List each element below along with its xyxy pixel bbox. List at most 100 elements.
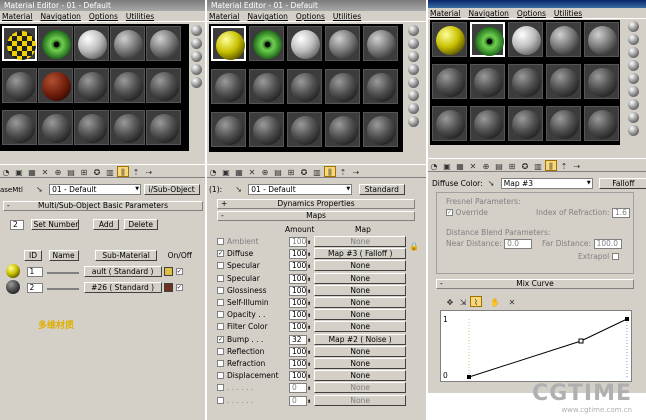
map-slot-button[interactable]: Map #3 ( Falloff ) [314, 248, 407, 260]
row-submaterial-button[interactable]: #26 ( Standard ) [83, 281, 162, 293]
maps-rollout[interactable]: - Maps [217, 211, 415, 221]
curve-point[interactable] [467, 375, 471, 379]
map-slot-button[interactable]: None [314, 309, 407, 321]
sample-slot[interactable] [2, 68, 37, 103]
spinner-icon[interactable]: ⬍ [307, 301, 311, 307]
mix-curve-graph[interactable]: 1 0 [440, 310, 632, 382]
sample-slot[interactable] [211, 69, 246, 104]
effects-icon[interactable]: ✪ [91, 167, 103, 178]
sample-slot[interactable] [110, 68, 145, 103]
map-enable-checkbox[interactable] [217, 238, 224, 245]
show-map-icon[interactable]: ▥ [104, 167, 116, 178]
sample-slot[interactable] [287, 112, 322, 147]
sample-slot[interactable] [74, 110, 109, 145]
reset-icon[interactable]: ✕ [39, 167, 51, 178]
row-color-swatch[interactable] [164, 266, 174, 276]
sample-slot[interactable] [38, 26, 73, 61]
unique-icon[interactable]: ▤ [493, 161, 505, 172]
name-header[interactable]: Name [48, 250, 79, 261]
sample-type-icon[interactable] [628, 21, 639, 32]
sample-slot[interactable] [363, 69, 398, 104]
reset-icon[interactable]: ✕ [467, 161, 479, 172]
add-point-icon[interactable]: ⌇ [470, 296, 482, 307]
spinner-icon[interactable]: ⬍ [307, 289, 311, 295]
scale-icon[interactable]: ⇲ [457, 297, 469, 308]
sample-slot[interactable] [110, 26, 145, 61]
map-name-field[interactable]: Map #3 [500, 178, 593, 189]
go-parent-icon[interactable]: ⇡ [130, 167, 142, 178]
backlight-icon[interactable] [408, 38, 419, 49]
curve-point[interactable] [578, 338, 584, 344]
move-icon[interactable]: ✥ [444, 297, 456, 308]
menu-options[interactable]: Options [296, 12, 325, 21]
sample-slot[interactable] [470, 22, 505, 57]
sample-slot[interactable] [363, 26, 398, 61]
sample-slot[interactable] [546, 106, 581, 141]
sample-slot[interactable] [146, 110, 181, 145]
effects-icon[interactable]: ✪ [298, 167, 310, 178]
spinner-icon[interactable]: ⬍ [307, 325, 311, 331]
material-name-field[interactable]: 01 - Default [248, 184, 353, 195]
show-end-icon[interactable]: ⫼ [324, 166, 336, 177]
material-type-button[interactable]: i/Sub-Object [143, 184, 200, 195]
near-field[interactable]: 0.0 [504, 239, 533, 249]
map-enable-checkbox[interactable] [217, 286, 224, 294]
menu-options[interactable]: Options [89, 12, 118, 21]
pick-icon[interactable]: ➘ [233, 184, 245, 195]
far-field[interactable]: 100.0 [593, 239, 622, 249]
go-sibling-icon[interactable]: ⇢ [350, 167, 362, 178]
map-slot-button[interactable]: None [314, 297, 407, 308]
map-amount[interactable]: 0 [289, 383, 307, 394]
sample-slot[interactable] [211, 26, 246, 61]
sample-slot[interactable] [584, 106, 619, 141]
menu-material[interactable]: Material [2, 12, 32, 21]
map-slot-button[interactable]: Map #2 ( Noise ) [314, 333, 407, 345]
video-check-icon[interactable] [628, 73, 639, 84]
copy-icon[interactable]: ⊕ [259, 167, 271, 178]
map-slot-button[interactable]: None [314, 236, 407, 247]
mix-curve-rollout[interactable]: - Mix Curve [436, 279, 634, 289]
map-amount[interactable]: 100 [289, 237, 307, 247]
select-by-material-icon[interactable] [408, 116, 419, 127]
uv-tiling-icon[interactable] [191, 64, 202, 75]
sample-slot[interactable] [546, 64, 581, 99]
go-parent-icon[interactable]: ⇡ [558, 161, 570, 172]
pan-icon[interactable]: ✋ [489, 297, 501, 308]
sample-type-icon[interactable] [191, 25, 202, 36]
spinner-icon[interactable]: ⬍ [307, 240, 311, 246]
sample-slot[interactable] [584, 64, 619, 99]
assign-icon[interactable]: ▦ [454, 161, 466, 172]
spinner-icon[interactable]: ⬍ [307, 399, 311, 405]
menu-utilities[interactable]: Utilities [126, 12, 154, 21]
map-amount[interactable]: 32 [289, 334, 307, 345]
map-amount[interactable]: 100 [289, 346, 307, 357]
map-amount[interactable]: 100 [289, 273, 307, 284]
spinner-icon[interactable]: ⬍ [307, 350, 311, 356]
spinner-icon[interactable]: ⬍ [307, 362, 311, 368]
sample-slot[interactable] [110, 110, 145, 145]
map-slot-button[interactable]: None [314, 284, 407, 296]
map-type-button[interactable]: Falloff [599, 178, 646, 189]
menu-material[interactable]: Material [209, 12, 239, 21]
map-slot-button[interactable]: None [314, 382, 407, 394]
map-enable-checkbox[interactable] [217, 311, 224, 319]
row-onoff-checkbox[interactable]: ✓ [175, 267, 183, 275]
menu-options[interactable]: Options [517, 9, 546, 18]
put-material-icon[interactable]: ▣ [13, 167, 25, 178]
menu-navigation[interactable]: Navigation [247, 12, 287, 21]
menu-utilities[interactable]: Utilities [333, 12, 361, 21]
sample-slot[interactable] [325, 112, 360, 147]
unique-icon[interactable]: ▤ [65, 167, 77, 178]
material-navigator-icon[interactable] [628, 125, 639, 136]
map-amount[interactable]: 100 [289, 298, 307, 308]
sample-type-icon[interactable] [408, 25, 419, 36]
map-amount[interactable]: 0 [289, 395, 307, 406]
dynamics-rollout[interactable]: + Dynamics Properties [217, 199, 415, 209]
material-name-field[interactable]: 01 - Default [49, 184, 142, 195]
backlight-icon[interactable] [628, 34, 639, 45]
sample-slot[interactable] [74, 26, 109, 61]
delete-button[interactable]: Delete [123, 219, 158, 230]
map-slot-button[interactable]: None [314, 260, 407, 272]
row-id[interactable]: 1 [26, 266, 43, 277]
uv-tiling-icon[interactable] [408, 64, 419, 75]
